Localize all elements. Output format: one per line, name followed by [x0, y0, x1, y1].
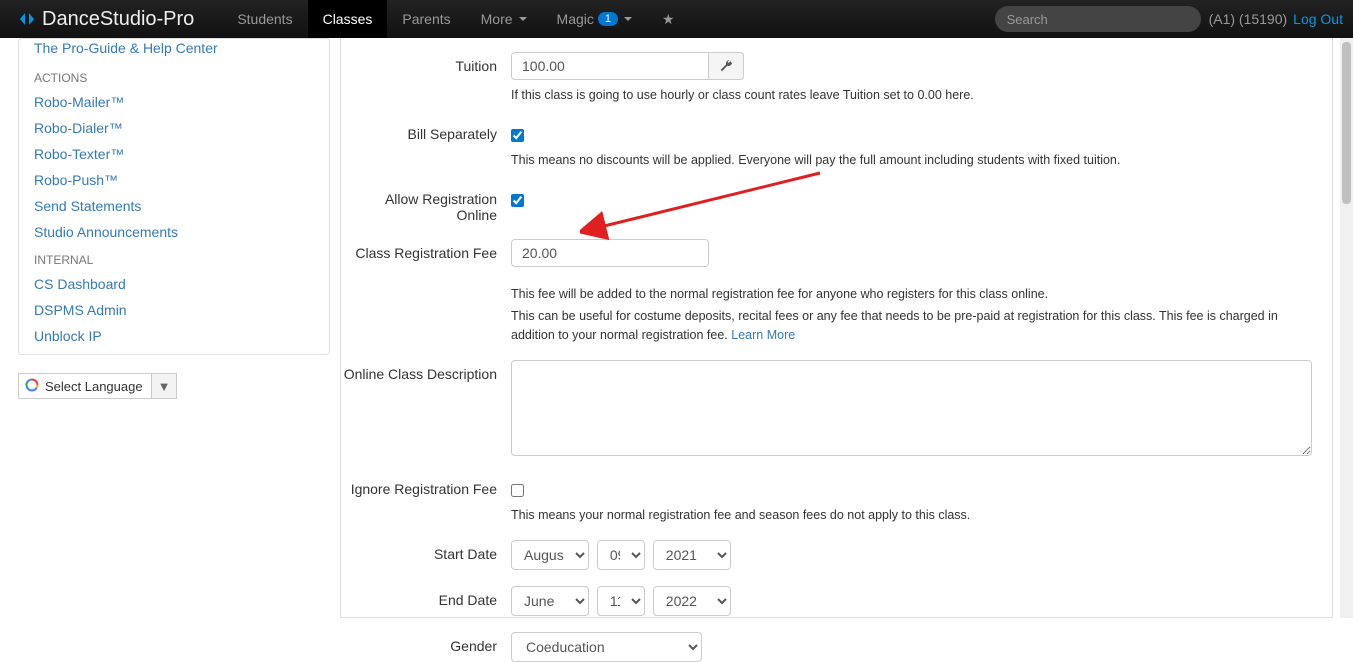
- tuition-input[interactable]: [511, 52, 709, 80]
- logout-link[interactable]: Log Out: [1293, 11, 1343, 27]
- ignore-fee-label: Ignore Registration Fee: [341, 475, 511, 497]
- search-input[interactable]: [995, 6, 1201, 32]
- nav-magic[interactable]: Magic 1: [542, 0, 647, 38]
- gender-label: Gender: [341, 632, 511, 654]
- end-year-select[interactable]: 2022: [653, 586, 731, 616]
- nav-parents[interactable]: Parents: [387, 0, 465, 38]
- sidebar-panel: The Pro-Guide & Help Center ACTIONS Robo…: [18, 38, 330, 355]
- registration-fee-input[interactable]: [511, 239, 709, 267]
- end-month-select[interactable]: June: [511, 586, 589, 616]
- language-selector[interactable]: Select Language ▼: [18, 373, 177, 399]
- top-navbar: DanceStudio-Pro Students Classes Parents…: [0, 0, 1353, 38]
- start-day-select[interactable]: 09: [597, 540, 645, 570]
- sidebar-link-robo-push[interactable]: Robo-Push™: [19, 167, 329, 193]
- caret-down-icon: [519, 17, 527, 21]
- bill-separately-label: Bill Separately: [341, 120, 511, 142]
- sidebar-heading-internal: INTERNAL: [19, 245, 329, 271]
- gender-select[interactable]: Coeducation: [511, 632, 702, 662]
- field-bill-separately: Bill Separately This means no discounts …: [341, 120, 1332, 169]
- registration-fee-help-2: This can be useful for costume deposits,…: [511, 307, 1312, 343]
- brand-text: DanceStudio-Pro: [42, 8, 194, 31]
- nav-favorite-icon[interactable]: ★: [647, 1, 690, 38]
- google-translate-icon: [23, 378, 41, 395]
- online-description-label: Online Class Description: [341, 360, 511, 382]
- main-content: Tuition If this class is going to use ho…: [340, 38, 1353, 618]
- nav-students[interactable]: Students: [222, 0, 307, 38]
- registration-fee-label: Class Registration Fee: [341, 239, 511, 261]
- sidebar-link-studio-announcements[interactable]: Studio Announcements: [19, 219, 329, 245]
- sidebar-link-unblock-ip[interactable]: Unblock IP: [19, 323, 329, 354]
- end-day-select[interactable]: 11: [597, 586, 645, 616]
- field-allow-registration-online: Allow Registration Online: [341, 185, 1332, 223]
- bill-separately-help: This means no discounts will be applied.…: [511, 151, 1312, 169]
- nav-classes[interactable]: Classes: [308, 0, 388, 38]
- scrollbar-thumb[interactable]: [1342, 42, 1351, 204]
- brand-icon: [18, 10, 36, 28]
- sidebar: The Pro-Guide & Help Center ACTIONS Robo…: [0, 38, 340, 618]
- allow-online-checkbox[interactable]: [511, 194, 524, 207]
- language-caret-icon: ▼: [151, 374, 177, 398]
- wrench-icon: [719, 59, 733, 73]
- start-month-select[interactable]: August: [511, 540, 589, 570]
- tuition-help: If this class is going to use hourly or …: [511, 86, 1312, 104]
- class-form-panel: Tuition If this class is going to use ho…: [340, 38, 1333, 618]
- online-description-textarea[interactable]: [511, 360, 1312, 456]
- field-start-date: Start Date August 09 2021: [341, 540, 1332, 570]
- sidebar-heading-actions: ACTIONS: [19, 63, 329, 89]
- field-class-registration-fee: Class Registration Fee This fee will be …: [341, 239, 1332, 343]
- brand-logo[interactable]: DanceStudio-Pro: [18, 8, 194, 31]
- learn-more-link[interactable]: Learn More: [731, 328, 795, 342]
- sidebar-link-help-center[interactable]: The Pro-Guide & Help Center: [19, 39, 329, 63]
- language-selector-label: Select Language: [41, 379, 151, 394]
- field-gender: Gender Coeducation: [341, 632, 1332, 662]
- field-ignore-registration-fee: Ignore Registration Fee This means your …: [341, 475, 1332, 524]
- end-date-label: End Date: [341, 586, 511, 608]
- field-end-date: End Date June 11 2022: [341, 586, 1332, 616]
- start-year-select[interactable]: 2021: [653, 540, 731, 570]
- magic-badge: 1: [598, 12, 618, 26]
- registration-fee-help-1: This fee will be added to the normal reg…: [511, 285, 1312, 303]
- field-tuition: Tuition If this class is going to use ho…: [341, 52, 1332, 104]
- user-info: (A1) (15190): [1209, 11, 1288, 27]
- allow-online-label: Allow Registration Online: [341, 185, 511, 223]
- sidebar-link-robo-mailer[interactable]: Robo-Mailer™: [19, 89, 329, 115]
- ignore-fee-checkbox[interactable]: [511, 484, 524, 497]
- sidebar-link-send-statements[interactable]: Send Statements: [19, 193, 329, 219]
- bill-separately-checkbox[interactable]: [511, 129, 524, 142]
- caret-down-icon: [624, 17, 632, 21]
- sidebar-link-robo-texter[interactable]: Robo-Texter™: [19, 141, 329, 167]
- sidebar-link-cs-dashboard[interactable]: CS Dashboard: [19, 271, 329, 297]
- field-online-class-description: Online Class Description: [341, 360, 1332, 459]
- sidebar-link-robo-dialer[interactable]: Robo-Dialer™: [19, 115, 329, 141]
- start-date-label: Start Date: [341, 540, 511, 562]
- tuition-label: Tuition: [341, 52, 511, 74]
- ignore-fee-help: This means your normal registration fee …: [511, 506, 1312, 524]
- sidebar-link-dspms-admin[interactable]: DSPMS Admin: [19, 297, 329, 323]
- nav-more[interactable]: More: [466, 0, 542, 38]
- tuition-settings-button[interactable]: [709, 52, 744, 80]
